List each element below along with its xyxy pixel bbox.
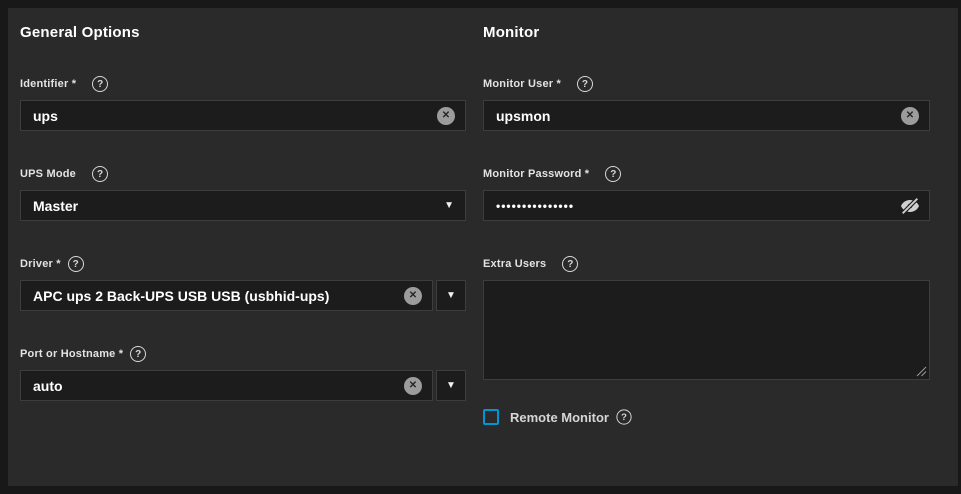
driver-combo-row: ✕ ▼ bbox=[20, 280, 466, 311]
chevron-down-icon: ▼ bbox=[446, 291, 456, 301]
driver-dropdown-button[interactable]: ▼ bbox=[436, 280, 466, 311]
identifier-input[interactable] bbox=[21, 101, 465, 130]
help-glyph: ? bbox=[621, 412, 627, 422]
monitor-password-input-wrap bbox=[483, 190, 930, 221]
port-or-hostname-label: Port or Hostname * bbox=[20, 348, 123, 360]
help-icon[interactable]: ? bbox=[92, 166, 108, 182]
help-glyph: ? bbox=[97, 79, 103, 90]
remote-monitor-checkbox-row[interactable]: Remote Monitor ? bbox=[483, 409, 930, 425]
help-glyph: ? bbox=[582, 79, 588, 90]
remote-monitor-checkbox[interactable] bbox=[483, 409, 499, 425]
help-glyph: ? bbox=[135, 349, 141, 360]
field-monitor-user: Monitor User * ? ✕ bbox=[483, 76, 930, 131]
field-port-or-hostname: Port or Hostname * ? ✕ ▼ bbox=[20, 346, 466, 401]
help-glyph: ? bbox=[567, 259, 573, 270]
chevron-down-icon: ▼ bbox=[446, 381, 456, 391]
field-identifier: Identifier * ? ✕ bbox=[20, 76, 466, 131]
field-ups-mode: UPS Mode ? Master ▼ bbox=[20, 166, 466, 221]
identifier-label: Identifier * bbox=[20, 78, 76, 90]
monitor-user-input[interactable] bbox=[484, 101, 929, 130]
port-or-hostname-input[interactable] bbox=[21, 371, 432, 400]
help-icon[interactable]: ? bbox=[616, 409, 631, 424]
general-options-section: General Options Identifier * ? ✕ UPS Mod… bbox=[20, 8, 466, 425]
help-icon[interactable]: ? bbox=[605, 166, 621, 182]
clear-icon[interactable]: ✕ bbox=[404, 377, 422, 395]
monitor-user-label: Monitor User * bbox=[483, 78, 561, 90]
field-extra-users: Extra Users ? bbox=[483, 256, 930, 380]
monitor-user-input-wrap: ✕ bbox=[483, 100, 930, 131]
ups-settings-card: General Options Identifier * ? ✕ UPS Mod… bbox=[8, 8, 958, 486]
chevron-down-icon: ▼ bbox=[444, 201, 454, 211]
extra-users-textarea[interactable] bbox=[484, 281, 929, 379]
extra-users-label: Extra Users bbox=[483, 258, 546, 270]
port-combo-row: ✕ ▼ bbox=[20, 370, 466, 401]
help-glyph: ? bbox=[97, 169, 103, 180]
clear-icon[interactable]: ✕ bbox=[901, 107, 919, 125]
driver-label: Driver * bbox=[20, 258, 61, 270]
clear-icon[interactable]: ✕ bbox=[404, 287, 422, 305]
ups-mode-selected-value: Master bbox=[21, 198, 78, 214]
help-icon[interactable]: ? bbox=[68, 256, 84, 272]
monitor-section: Monitor Monitor User * ? ✕ Monitor Passw… bbox=[483, 8, 930, 425]
help-glyph: ? bbox=[73, 259, 79, 270]
monitor-password-label: Monitor Password * bbox=[483, 168, 589, 180]
visibility-off-icon[interactable] bbox=[899, 195, 921, 217]
help-icon[interactable]: ? bbox=[130, 346, 146, 362]
help-icon[interactable]: ? bbox=[92, 76, 108, 92]
field-monitor-password: Monitor Password * ? bbox=[483, 166, 930, 221]
help-icon[interactable]: ? bbox=[562, 256, 578, 272]
help-icon[interactable]: ? bbox=[577, 76, 593, 92]
port-input-wrap: ✕ bbox=[20, 370, 433, 401]
field-driver: Driver * ? ✕ ▼ bbox=[20, 256, 466, 311]
driver-input-wrap: ✕ bbox=[20, 280, 433, 311]
port-dropdown-button[interactable]: ▼ bbox=[436, 370, 466, 401]
help-glyph: ? bbox=[610, 169, 616, 180]
ups-mode-label: UPS Mode bbox=[20, 168, 76, 180]
extra-users-textarea-wrap bbox=[483, 280, 930, 380]
section-title-monitor: Monitor bbox=[483, 24, 930, 41]
identifier-input-wrap: ✕ bbox=[20, 100, 466, 131]
monitor-password-input[interactable] bbox=[484, 191, 929, 220]
clear-icon[interactable]: ✕ bbox=[437, 107, 455, 125]
ups-mode-select[interactable]: Master ▼ bbox=[20, 190, 466, 221]
driver-input[interactable] bbox=[21, 281, 432, 310]
remote-monitor-label: Remote Monitor bbox=[510, 410, 609, 425]
section-title-general-options: General Options bbox=[20, 24, 466, 41]
